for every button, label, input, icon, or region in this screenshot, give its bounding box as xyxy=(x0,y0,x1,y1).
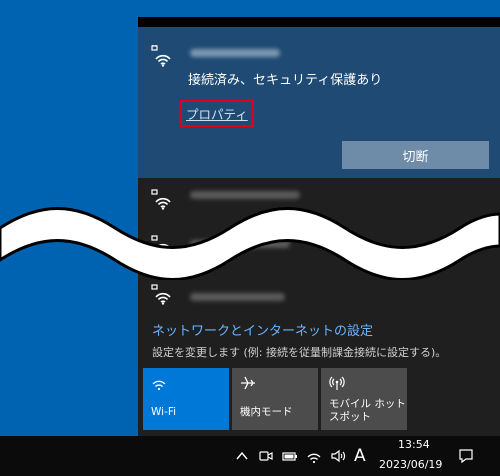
tile-label: Wi-Fi xyxy=(151,406,177,418)
ime-mode-indicator[interactable]: A xyxy=(354,446,366,466)
flyout-top-border xyxy=(138,17,500,27)
network-ssid-blurred xyxy=(190,191,300,199)
network-ssid-blurred xyxy=(190,49,280,57)
wave-cut-divider xyxy=(0,207,500,280)
wifi-icon xyxy=(151,375,167,391)
airplane-icon xyxy=(240,375,256,391)
properties-link[interactable]: プロパティ xyxy=(180,100,254,127)
wifi-toggle-tile[interactable]: Wi-Fi xyxy=(143,368,229,430)
secured-wifi-icon xyxy=(150,283,172,305)
chevron-up-icon[interactable] xyxy=(234,448,250,464)
network-ssid-blurred xyxy=(190,293,285,301)
tile-label: 機内モード xyxy=(240,406,293,418)
battery-icon[interactable] xyxy=(282,448,298,464)
hotspot-icon xyxy=(329,375,345,391)
disconnect-button[interactable]: 切断 xyxy=(342,141,489,169)
clock-time[interactable]: 13:54 xyxy=(398,438,430,451)
secured-wifi-icon xyxy=(150,45,172,67)
tile-label: モバイル ホットスポット xyxy=(329,398,406,423)
mobile-hotspot-tile[interactable]: モバイル ホットスポット xyxy=(321,368,407,430)
airplane-mode-tile[interactable]: 機内モード xyxy=(232,368,318,430)
connected-network-item[interactable]: 接続済み、セキュリティ保護あり プロパティ 切断 xyxy=(138,27,500,178)
taskbar: A 13:54 2023/06/19 xyxy=(0,436,500,476)
network-settings-link[interactable]: ネットワークとインターネットの設定 xyxy=(152,320,373,339)
network-wifi-icon[interactable] xyxy=(306,448,322,464)
meet-now-icon[interactable] xyxy=(258,448,274,464)
notification-center-icon[interactable] xyxy=(458,448,474,464)
clock-date[interactable]: 2023/06/19 xyxy=(379,458,442,471)
connection-status: 接続済み、セキュリティ保護あり xyxy=(188,73,383,88)
network-settings-description: 設定を変更します (例: 接続を従量制課金接続に設定する)。 xyxy=(152,346,447,359)
speaker-icon[interactable] xyxy=(330,448,346,464)
